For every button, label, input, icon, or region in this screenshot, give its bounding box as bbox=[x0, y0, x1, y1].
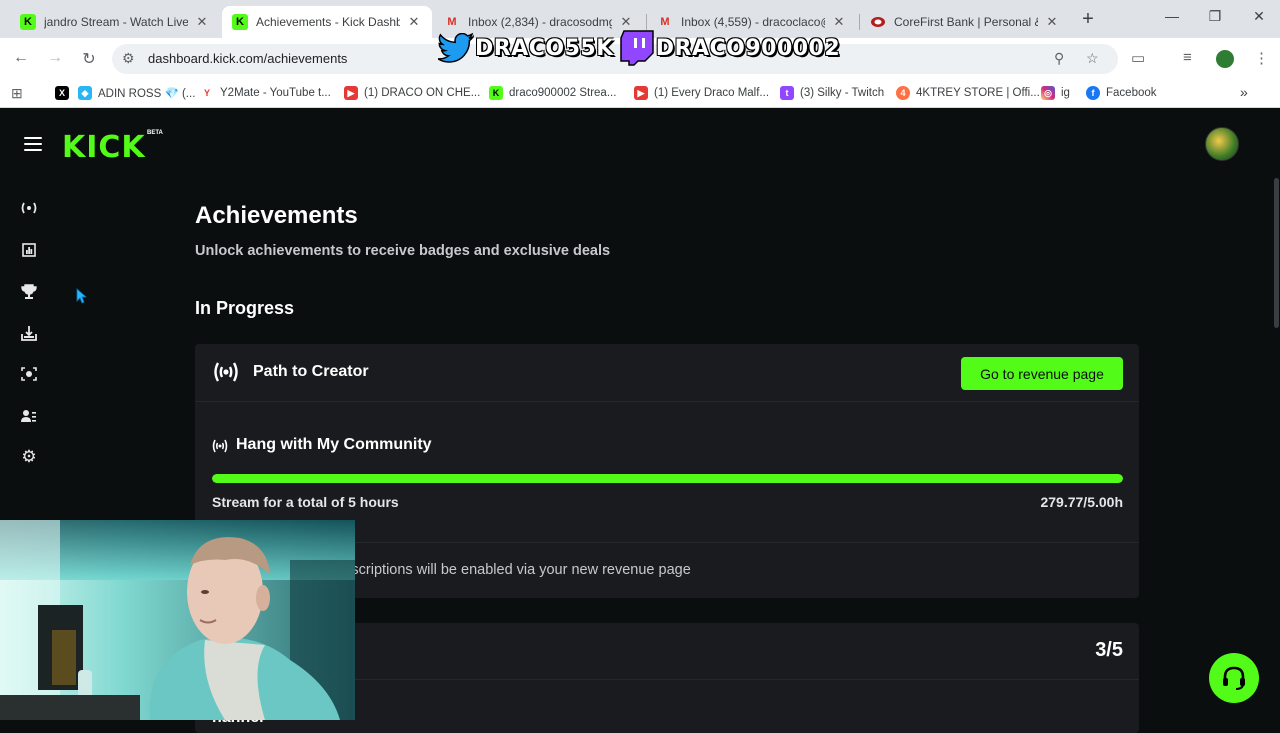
scrollbar[interactable] bbox=[1274, 178, 1279, 328]
minimize-icon[interactable]: — bbox=[1162, 8, 1182, 24]
user-avatar[interactable] bbox=[1205, 127, 1239, 161]
task-description: Stream for a total of 5 hours bbox=[212, 494, 399, 510]
bookmark-ig[interactable]: ◎ ig bbox=[1041, 86, 1070, 100]
apps-grid-icon[interactable]: ⊞ bbox=[11, 85, 23, 102]
support-chat-button[interactable] bbox=[1209, 653, 1259, 703]
profile-avatar-icon[interactable] bbox=[1216, 50, 1234, 68]
bookmark-4ktrey[interactable]: 4 4KTREY STORE | Offi... bbox=[896, 86, 1040, 100]
kick-favicon-icon: K bbox=[20, 14, 36, 30]
kick-logo[interactable]: KICK bbox=[62, 130, 146, 165]
progress-bar-fill bbox=[212, 474, 1123, 483]
broadcast-icon bbox=[212, 361, 240, 383]
twitch-icon: t bbox=[780, 86, 794, 100]
bookmark-draco-on-che[interactable]: ▶ (1) DRACO ON CHE... bbox=[344, 86, 480, 100]
tab-search-icon[interactable]: ▭ bbox=[1131, 49, 1145, 67]
close-tab-icon[interactable]: ✕ bbox=[194, 14, 210, 30]
browser-tab-2[interactable]: K Achievements - Kick Dashbo ✕ bbox=[222, 6, 432, 38]
back-icon[interactable]: ← bbox=[11, 49, 31, 67]
bookmark-facebook[interactable]: f Facebook bbox=[1086, 86, 1157, 100]
headset-icon bbox=[1223, 666, 1245, 690]
bookmarks-bar: ⊞ X ◆ ADIN ROSS 💎 (... Y Y2Mate - YouTub… bbox=[0, 80, 1280, 108]
bookmark-silky-twitch[interactable]: t (3) Silky - Twitch bbox=[780, 86, 884, 100]
bookmark-draco900002[interactable]: K draco900002 Strea... bbox=[489, 86, 616, 100]
twitter-handle: DRACO55K bbox=[475, 35, 614, 61]
bookmark-y2mate[interactable]: Y Y2Mate - YouTube t... bbox=[200, 86, 331, 100]
trophy-icon[interactable] bbox=[19, 282, 39, 302]
go-to-revenue-page-button[interactable]: Go to revenue page bbox=[961, 357, 1123, 390]
media-control-icon[interactable]: ≡ bbox=[1183, 49, 1192, 66]
section-title-in-progress: In Progress bbox=[195, 298, 295, 318]
twitch-handle: DRACO900002 bbox=[655, 35, 841, 61]
restore-icon[interactable]: ❐ bbox=[1205, 8, 1225, 25]
bank-favicon-icon bbox=[870, 14, 886, 30]
page-subtitle: Unlock achievements to receive badges an… bbox=[195, 243, 611, 259]
close-window-icon[interactable]: ✕ bbox=[1249, 8, 1269, 25]
hamburger-menu-icon[interactable] bbox=[24, 137, 42, 151]
bookmark-every-draco[interactable]: ▶ (1) Every Draco Malf... bbox=[634, 86, 769, 100]
reload-icon[interactable]: ↻ bbox=[79, 49, 99, 69]
progress-bar bbox=[212, 474, 1123, 483]
upload-icon[interactable] bbox=[19, 323, 39, 343]
task-title: Hang with My Community bbox=[236, 436, 432, 453]
more-bookmarks-icon[interactable]: » bbox=[1240, 84, 1248, 100]
community-icon[interactable] bbox=[19, 406, 39, 426]
settings-icon[interactable]: ⚙ bbox=[19, 447, 39, 467]
instagram-icon: ◎ bbox=[1041, 86, 1055, 100]
browser-tab-5[interactable]: CoreFirst Bank | Personal & B ✕ bbox=[860, 6, 1070, 38]
site-info-icon[interactable]: ⚙ bbox=[122, 50, 135, 67]
menu-kebab-icon[interactable]: ⋮ bbox=[1254, 49, 1269, 67]
close-tab-icon[interactable]: ✕ bbox=[1044, 14, 1060, 30]
kick-favicon-icon: K bbox=[232, 14, 248, 30]
kick-icon: K bbox=[489, 86, 503, 100]
top-bar: KICK BETA bbox=[0, 114, 1280, 174]
twitch-logo-icon bbox=[618, 29, 656, 67]
diamond-icon: ◆ bbox=[78, 86, 92, 100]
url-text: dashboard.kick.com/achievements bbox=[148, 51, 348, 66]
beta-badge: BETA bbox=[147, 130, 163, 136]
zoom-icon[interactable]: ⚲ bbox=[1054, 50, 1064, 67]
bookmark-adin-ross[interactable]: ◆ ADIN ROSS 💎 (... bbox=[78, 86, 195, 100]
twitter-bird-icon bbox=[437, 29, 475, 67]
bookmark-star-icon[interactable]: ☆ bbox=[1086, 50, 1099, 67]
forward-icon[interactable]: → bbox=[45, 49, 65, 67]
card2-count: 3/5 bbox=[1095, 639, 1123, 661]
card-header: Path to Creator Go to revenue page bbox=[195, 344, 1139, 402]
browser-tab-1[interactable]: K jandro Stream - Watch Live o ✕ bbox=[10, 6, 220, 38]
live-icon[interactable] bbox=[19, 198, 39, 218]
close-tab-icon[interactable]: ✕ bbox=[406, 14, 422, 30]
store-icon: 4 bbox=[896, 86, 910, 100]
youtube-icon: ▶ bbox=[634, 86, 648, 100]
youtube-icon: ▶ bbox=[344, 86, 358, 100]
x-icon: X bbox=[55, 86, 69, 100]
mouse-cursor-icon bbox=[76, 288, 88, 309]
facebook-icon: f bbox=[1086, 86, 1100, 100]
webcam-feed-image bbox=[0, 520, 355, 720]
card-title: Path to Creator bbox=[253, 363, 369, 380]
camera-icon[interactable] bbox=[19, 364, 39, 384]
stream-overlay: DRACO55K DRACO900002 bbox=[437, 26, 840, 70]
broadcast-small-icon bbox=[212, 439, 228, 453]
page-title: Achievements bbox=[195, 202, 358, 229]
new-tab-icon[interactable]: + bbox=[1078, 8, 1098, 31]
analytics-icon[interactable] bbox=[19, 240, 39, 260]
webcam-overlay bbox=[0, 520, 355, 720]
y2mate-icon: Y bbox=[200, 86, 214, 100]
bookmark-x[interactable]: X bbox=[55, 86, 75, 100]
task-progress-value: 279.77/5.00h bbox=[1040, 494, 1123, 510]
